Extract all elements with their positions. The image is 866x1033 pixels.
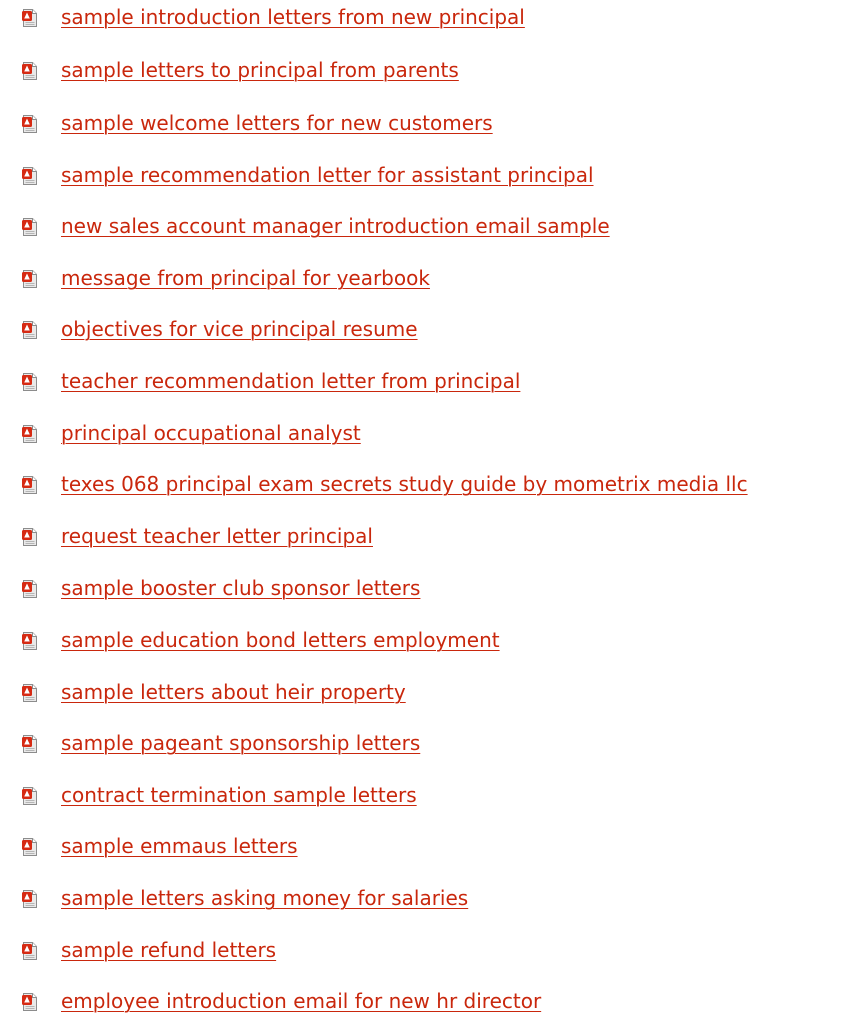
pdf-file-icon xyxy=(22,476,38,494)
list-item: sample letters asking money for salaries xyxy=(0,886,866,930)
list-item: sample pageant sponsorship letters xyxy=(0,731,866,775)
list-item: sample education bond letters employment xyxy=(0,628,866,672)
pdf-file-icon xyxy=(22,942,38,960)
pdf-link[interactable]: request teacher letter principal xyxy=(61,523,373,549)
pdf-link[interactable]: sample letters asking money for salaries xyxy=(61,885,468,911)
pdf-file-icon xyxy=(22,115,38,133)
list-item: texes 068 principal exam secrets study g… xyxy=(0,472,866,516)
pdf-link[interactable]: employee introduction email for new hr d… xyxy=(61,988,541,1014)
pdf-file-icon xyxy=(22,270,38,288)
pdf-file-icon xyxy=(22,9,38,27)
pdf-link[interactable]: sample welcome letters for new customers xyxy=(61,110,493,136)
pdf-file-icon xyxy=(22,684,38,702)
pdf-file-icon xyxy=(22,528,38,546)
pdf-file-icon xyxy=(22,321,38,339)
list-item: sample welcome letters for new customers xyxy=(0,111,866,155)
list-item: employee introduction email for new hr d… xyxy=(0,989,866,1033)
list-item: sample recommendation letter for assista… xyxy=(0,163,866,207)
pdf-link[interactable]: sample education bond letters employment xyxy=(61,627,500,653)
list-item: sample letters to principal from parents xyxy=(0,58,866,102)
pdf-file-icon xyxy=(22,580,38,598)
pdf-link[interactable]: objectives for vice principal resume xyxy=(61,316,418,342)
pdf-link[interactable]: sample refund letters xyxy=(61,937,276,963)
pdf-file-icon xyxy=(22,218,38,236)
pdf-link[interactable]: sample booster club sponsor letters xyxy=(61,575,420,601)
list-item: sample booster club sponsor letters xyxy=(0,576,866,620)
pdf-file-icon xyxy=(22,62,38,80)
pdf-link[interactable]: sample letters about heir property xyxy=(61,679,406,705)
pdf-link[interactable]: message from principal for yearbook xyxy=(61,265,430,291)
pdf-link[interactable]: new sales account manager introduction e… xyxy=(61,213,610,239)
pdf-file-icon xyxy=(22,838,38,856)
pdf-file-icon xyxy=(22,632,38,650)
pdf-file-icon xyxy=(22,735,38,753)
list-item: objectives for vice principal resume xyxy=(0,317,866,361)
list-item: request teacher letter principal xyxy=(0,524,866,568)
list-item: principal occupational analyst xyxy=(0,421,866,465)
list-item: sample emmaus letters xyxy=(0,834,866,878)
pdf-link[interactable]: principal occupational analyst xyxy=(61,420,361,446)
pdf-file-icon xyxy=(22,373,38,391)
pdf-file-icon xyxy=(22,787,38,805)
list-item: teacher recommendation letter from princ… xyxy=(0,369,866,413)
pdf-link[interactable]: sample pageant sponsorship letters xyxy=(61,730,420,756)
list-item: message from principal for yearbook xyxy=(0,266,866,310)
pdf-file-icon xyxy=(22,425,38,443)
list-item: sample introduction letters from new pri… xyxy=(0,5,866,49)
pdf-file-icon xyxy=(22,167,38,185)
pdf-link[interactable]: teacher recommendation letter from princ… xyxy=(61,368,520,394)
pdf-link[interactable]: sample recommendation letter for assista… xyxy=(61,162,594,188)
pdf-link[interactable]: sample introduction letters from new pri… xyxy=(61,4,525,30)
list-item: contract termination sample letters xyxy=(0,783,866,827)
list-item: sample refund letters xyxy=(0,938,866,982)
list-item: new sales account manager introduction e… xyxy=(0,214,866,258)
pdf-link[interactable]: sample letters to principal from parents xyxy=(61,57,459,83)
pdf-link[interactable]: sample emmaus letters xyxy=(61,833,298,859)
pdf-link[interactable]: texes 068 principal exam secrets study g… xyxy=(61,471,748,497)
pdf-file-icon xyxy=(22,890,38,908)
pdf-file-icon xyxy=(22,993,38,1011)
list-item: sample letters about heir property xyxy=(0,680,866,724)
pdf-link[interactable]: contract termination sample letters xyxy=(61,782,417,808)
